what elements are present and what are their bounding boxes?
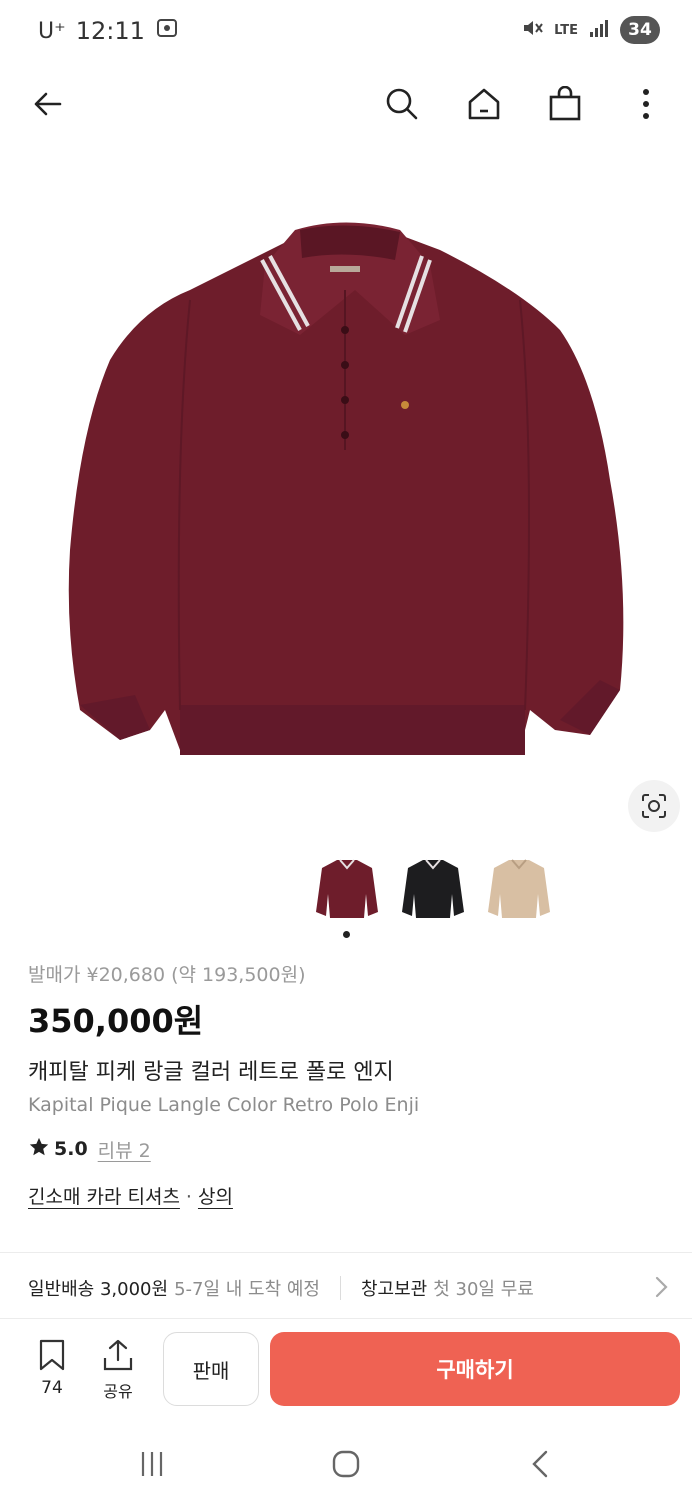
thumbnail-beige[interactable] [482,852,556,926]
status-bar: U⁺ 12:11 LTE 34 [0,0,692,64]
mute-icon [520,16,544,44]
review-link[interactable]: 리뷰 2 [98,1136,151,1163]
home-nav-icon[interactable] [326,1446,366,1482]
network-label: LTE [554,22,578,38]
signal-icon [588,17,610,43]
star-icon [28,1136,50,1162]
clock: 12:11 [75,17,145,45]
carousel-indicator [343,931,350,938]
color-thumbnails [310,852,556,926]
search-icon[interactable] [380,82,424,126]
shipping-detail: 5-7일 내 도착 예정 [174,1279,320,1300]
lens-icon [642,794,666,818]
share-label: 공유 [103,1382,133,1401]
category-separator: · [185,1186,192,1208]
shopping-bag-icon[interactable] [543,82,587,126]
bottom-action-bar: 74 공유 판매 구매하기 [0,1320,692,1420]
share-icon [103,1339,133,1371]
shipping-label: 일반배송 3,000원 [28,1279,169,1300]
release-price: 발매가 ¥20,680 (약 193,500원) [28,964,306,986]
back-nav-icon[interactable] [520,1446,560,1482]
home-icon[interactable] [462,82,506,126]
divider [0,1252,692,1253]
recent-apps-icon[interactable] [132,1446,172,1482]
product-info: 발매가 ¥20,680 (약 193,500원) 350,000원 캐피탈 피케… [28,960,668,1214]
category-link[interactable]: 긴소매 카라 티셔츠 [28,1180,180,1214]
more-vertical-icon[interactable] [624,82,668,126]
image-search-button[interactable] [628,780,680,832]
subcategory-link[interactable]: 상의 [198,1180,233,1214]
product-image[interactable] [0,150,692,830]
system-nav-bar [0,1430,692,1500]
thumbnail-black[interactable] [396,852,470,926]
delivery-info-row[interactable]: 일반배송 3,000원 5-7일 내 도착 예정 창고보관 첫 30일 무료 [28,1262,678,1314]
product-title-english: Kapital Pique Langle Color Retro Polo En… [28,1094,420,1116]
thumbnail-burgundy[interactable] [310,852,384,926]
top-nav [0,70,692,136]
divider [0,1318,692,1319]
price: 350,000원 [28,1002,204,1040]
rating-row: 5.0 리뷰 2 [28,1132,668,1166]
sell-button[interactable]: 판매 [163,1332,259,1406]
back-arrow-icon[interactable] [26,82,70,126]
wishlist-count: 74 [41,1378,63,1398]
category-row: 긴소매 카라 티셔츠 · 상의 [28,1180,668,1214]
chevron-right-icon [654,1274,670,1305]
screen-record-icon [155,16,179,46]
wishlist-button[interactable]: 74 [30,1338,74,1398]
share-button[interactable]: 공유 [96,1338,140,1402]
bookmark-icon [39,1339,65,1371]
buy-button[interactable]: 구매하기 [270,1332,680,1406]
carrier-label: U⁺ [38,18,66,44]
storage-label: 창고보관 [361,1279,428,1300]
storage-detail: 첫 30일 무료 [433,1279,534,1300]
divider [340,1276,341,1300]
battery-indicator: 34 [620,16,660,44]
product-title-korean: 캐피탈 피케 랑글 컬러 레트로 폴로 엔지 [28,1060,394,1085]
rating-value: 5.0 [54,1138,88,1160]
